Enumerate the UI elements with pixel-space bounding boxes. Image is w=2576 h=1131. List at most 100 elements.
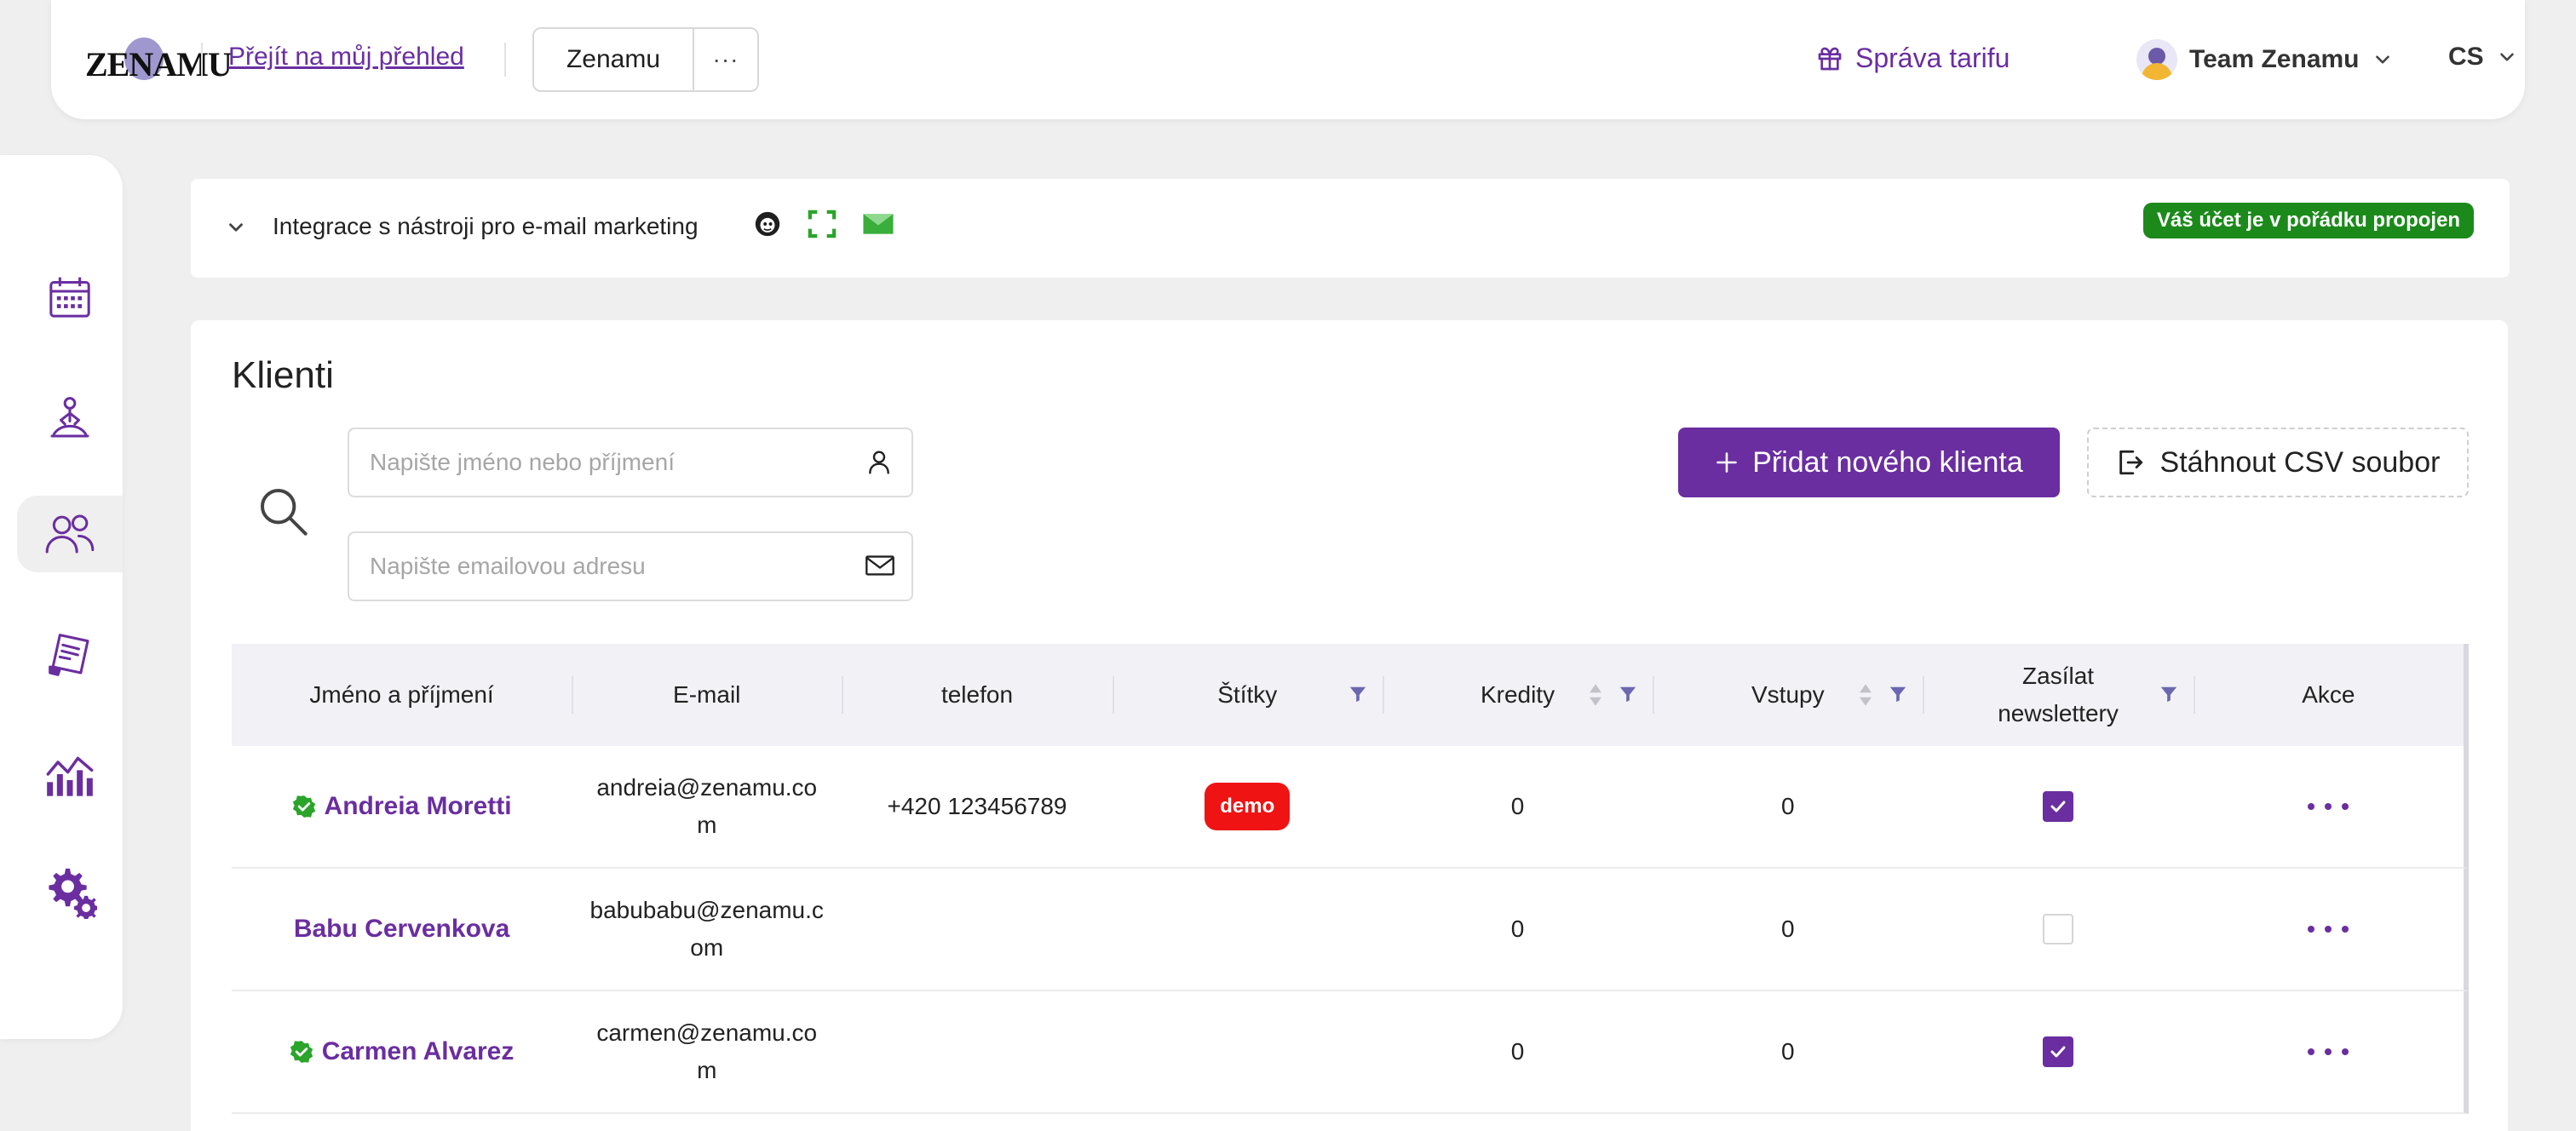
- cell-credits: 0: [1510, 1038, 1525, 1065]
- more-actions-icon[interactable]: [2308, 803, 2349, 810]
- column-header-entries[interactable]: Vstupy: [1653, 644, 1923, 746]
- email-line: babubabu@zenamu.c: [589, 897, 824, 923]
- add-client-button[interactable]: Přidat nového klienta: [1678, 428, 2060, 497]
- cell-entries: 0: [1781, 1038, 1795, 1065]
- ecomail-icon[interactable]: [808, 210, 837, 238]
- studio-more-button[interactable]: ···: [694, 29, 757, 90]
- download-csv-label: Stáhnout CSV soubor: [2159, 445, 2441, 479]
- column-label: Kredity: [1480, 681, 1555, 708]
- sidebar-item-calendar[interactable]: [17, 259, 123, 336]
- column-header-phone[interactable]: telefon: [842, 644, 1112, 746]
- sidebar: [0, 155, 123, 1039]
- gears-icon: [49, 868, 97, 919]
- column-header-newsletter[interactable]: Zasílat newslettery: [1923, 644, 2193, 746]
- search-name-input[interactable]: [348, 428, 913, 497]
- sidebar-item-lessons[interactable]: [17, 380, 123, 456]
- client-name-link[interactable]: Carmen Alvarez: [290, 1033, 515, 1071]
- mailchimp-icon[interactable]: [753, 210, 782, 238]
- plan-management-link[interactable]: Správa tarifu: [1816, 43, 2010, 74]
- more-actions-icon[interactable]: [2308, 1048, 2349, 1055]
- calendar-icon: [49, 277, 90, 318]
- filter-icon[interactable]: [1348, 685, 1367, 703]
- client-name: Carmen Alvarez: [321, 1037, 515, 1065]
- more-actions-icon[interactable]: [2308, 926, 2349, 933]
- sort-icon[interactable]: [1858, 683, 1873, 707]
- smartemailing-icon[interactable]: [862, 211, 894, 237]
- logo[interactable]: ZENAMU: [85, 34, 233, 85]
- checkmark-icon: [2050, 1046, 2066, 1058]
- column-label: E-mail: [673, 681, 741, 708]
- team-menu[interactable]: Team Zenamu: [2136, 39, 2394, 80]
- mail-icon: [865, 555, 894, 576]
- table-row: Andreia Moretti andreia@zenamu.co m +420 …: [232, 746, 2469, 869]
- avatar: [2136, 39, 2177, 80]
- column-label: Akce: [2302, 681, 2355, 708]
- column-header-name[interactable]: Jméno a příjmení: [232, 644, 572, 746]
- sidebar-item-clients[interactable]: [17, 496, 123, 572]
- add-client-label: Přidat nového klienta: [1752, 445, 2023, 479]
- logo-text: ZENAMU: [85, 45, 233, 83]
- cell-phone: [842, 869, 1112, 990]
- status-badge: Váš účet je v pořádku propojen: [2143, 203, 2475, 238]
- client-name: Babu Cervenkova: [293, 915, 510, 943]
- newsletter-checkbox[interactable]: [2043, 791, 2074, 822]
- chevron-down-icon[interactable]: [225, 216, 247, 238]
- chevron-down-icon: [2499, 53, 2514, 61]
- client-name-link[interactable]: Babu Cervenkova: [294, 910, 509, 948]
- verified-icon: [290, 1041, 313, 1063]
- column-label: Štítky: [1217, 681, 1278, 708]
- team-name: Team Zenamu: [2189, 45, 2360, 73]
- email-line: m: [697, 812, 717, 838]
- chart-icon: [46, 756, 94, 796]
- newsletter-checkbox[interactable]: [2043, 1036, 2074, 1067]
- cell-actions: [2194, 869, 2464, 990]
- meditation-icon: [50, 397, 89, 438]
- cell-credits: 0: [1510, 793, 1525, 819]
- language-select[interactable]: CS: [2448, 43, 2518, 72]
- newsletter-checkbox[interactable]: [2043, 914, 2074, 944]
- page-title: Klienti: [232, 354, 334, 396]
- filter-icon[interactable]: [1889, 685, 1907, 703]
- column-header-credits[interactable]: Kredity: [1382, 644, 1653, 746]
- email-line: m: [697, 1057, 717, 1083]
- cell-email: andreia@zenamu.co m: [572, 746, 842, 867]
- plus-icon: [1716, 452, 1738, 473]
- receipt-icon: [49, 634, 89, 676]
- gift-icon: [1818, 47, 1842, 70]
- divider: [504, 43, 506, 77]
- download-csv-button[interactable]: Stáhnout CSV soubor: [2087, 428, 2469, 497]
- integration-label[interactable]: Integrace s nástroji pro e-mail marketin…: [273, 213, 699, 240]
- column-label: Vstupy: [1751, 681, 1825, 708]
- filter-icon[interactable]: [2159, 685, 2178, 703]
- cell-tags: demo: [1113, 746, 1383, 867]
- cell-email: babubabu@zenamu.c om: [572, 869, 842, 990]
- cell-actions: [2194, 746, 2464, 867]
- export-icon: [2119, 450, 2142, 475]
- email-line: om: [690, 934, 724, 961]
- sidebar-item-settings[interactable]: [17, 853, 123, 930]
- table-row: Carmen Alvarez carmen@zenamu.co m 0 0: [232, 991, 2469, 1114]
- email-line: andreia@zenamu.co: [596, 774, 818, 801]
- sort-icon[interactable]: [1588, 683, 1603, 707]
- column-label: Jméno a příjmení: [309, 681, 494, 708]
- column-header-tags[interactable]: Štítky: [1112, 644, 1383, 746]
- search-email-input[interactable]: [348, 531, 913, 601]
- user-icon: [869, 451, 889, 474]
- clients-table: Jméno a příjmení E-mail telefon Štítky K…: [232, 644, 2469, 1114]
- sidebar-item-statistics[interactable]: [17, 736, 123, 812]
- cell-entries: 0: [1781, 793, 1795, 819]
- cell-tags: [1113, 869, 1383, 990]
- studio-switcher: Zenamu ···: [532, 27, 759, 92]
- column-header-email[interactable]: E-mail: [572, 644, 842, 746]
- filter-icon[interactable]: [1619, 685, 1637, 703]
- studio-button[interactable]: Zenamu: [534, 29, 694, 90]
- cell-entries: 0: [1781, 916, 1795, 942]
- client-name-link[interactable]: Andreia Moretti: [292, 788, 512, 825]
- tag-badge: demo: [1205, 783, 1291, 830]
- language-value: CS: [2448, 43, 2484, 71]
- users-icon: [45, 514, 95, 554]
- clients-panel: Klienti Přidat nového klienta Stáhnout C…: [191, 320, 2508, 1131]
- sidebar-item-orders[interactable]: [17, 617, 123, 693]
- overview-link[interactable]: Přejít na můj přehled: [228, 43, 464, 72]
- chevron-down-icon: [2375, 55, 2389, 64]
